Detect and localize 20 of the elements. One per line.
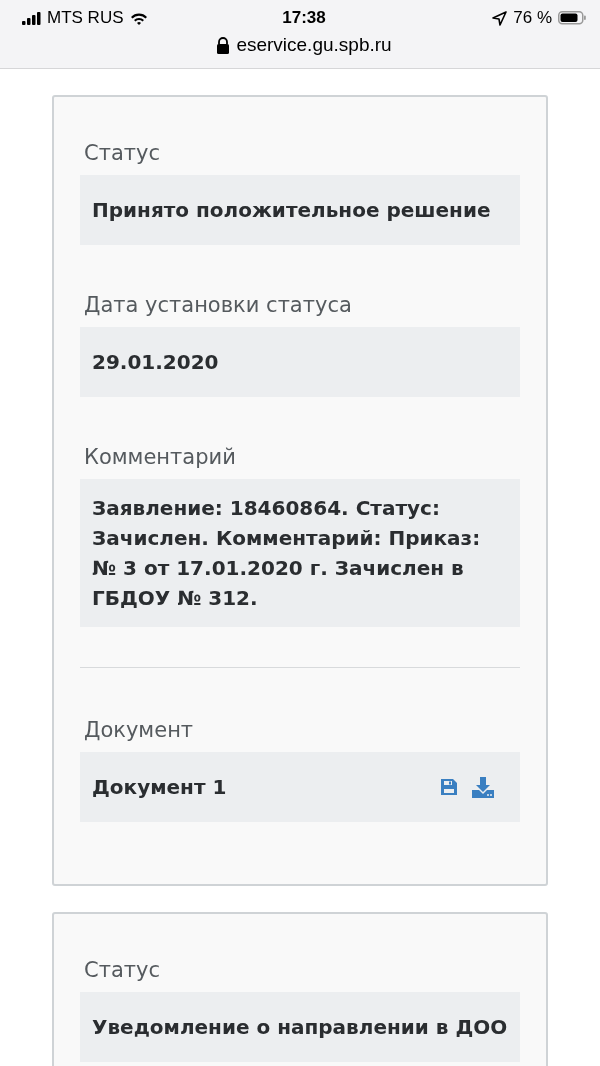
clock: 17:38 [282,8,326,28]
lock-icon [216,36,231,54]
battery-icon [558,11,586,25]
field-label: Комментарий [84,445,237,469]
field-label: Дата установки статуса [84,293,353,317]
wifi-icon [129,11,148,25]
carrier-name: MTS RUS [47,8,124,28]
download-icon[interactable] [472,776,494,798]
value-text: Уведомление о направлении в ДОО [92,1014,508,1041]
field-label: Статус [84,141,161,165]
value-text: Заявление: 18460864. Статус: Зачислен. Комментарий: Приказ: № 3 от 17.01.2020 г. Зачислен в ГБДОУ № 312. [92,495,482,612]
location-arrow-icon [492,10,508,26]
value-text: Принято положительное решение [92,197,492,224]
field-label: Статус [84,958,161,982]
field-label: Документ [84,718,195,742]
url-text[interactable]: eservice.gu.spb.ru [236,34,392,56]
signal-icon [22,11,41,25]
value-text: 29.01.2020 [92,349,220,376]
battery-percent: 76 % [513,8,552,28]
value-text: Документ 1 [92,774,228,801]
